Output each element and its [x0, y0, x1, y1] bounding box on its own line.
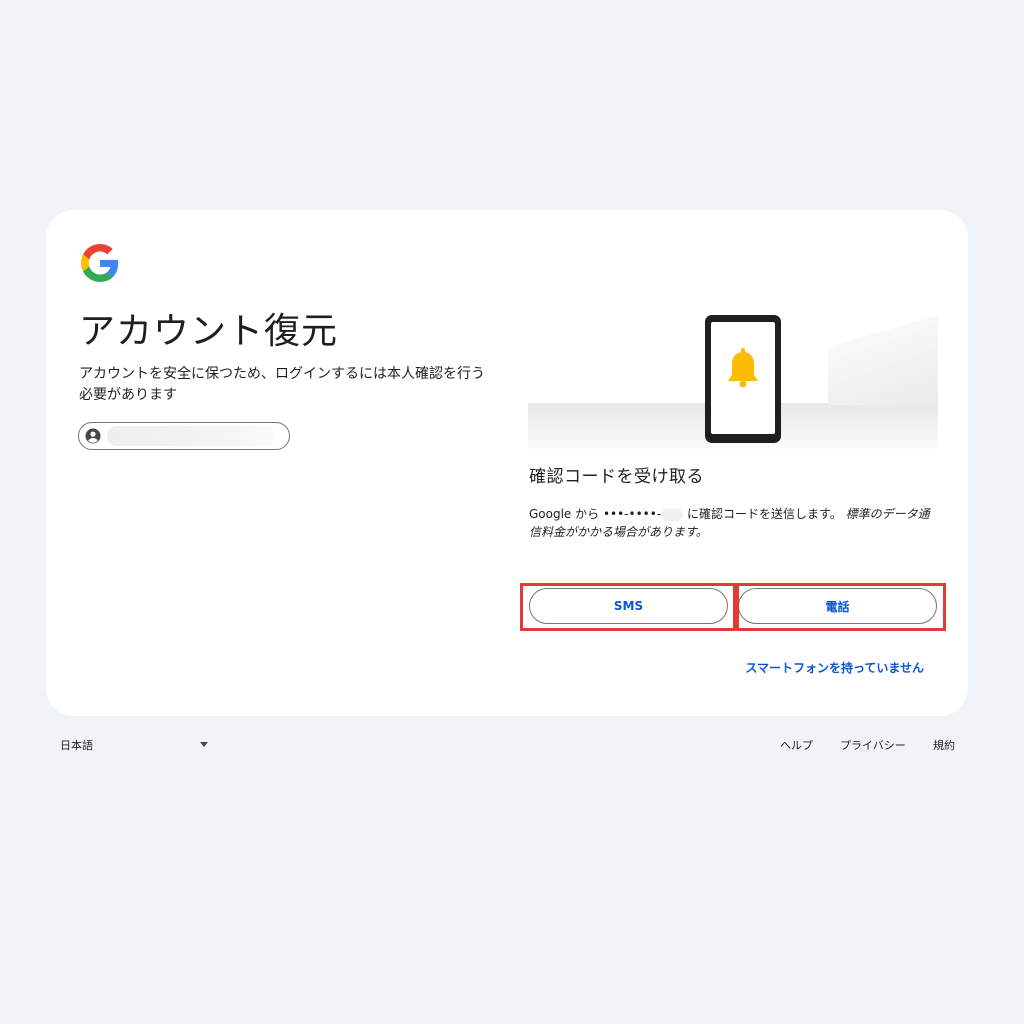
terms-link[interactable]: 規約 — [933, 737, 955, 753]
no-phone-link[interactable]: スマートフォンを持っていません — [738, 659, 924, 676]
account-circle-icon — [85, 428, 101, 444]
desc-prefix: Google から •••-••••- — [529, 507, 662, 521]
help-link[interactable]: ヘルプ — [780, 737, 813, 753]
page-subtitle: アカウントを安全に保つため、ログインするには本人確認を行う必要があります — [79, 366, 485, 403]
account-email-redacted — [107, 426, 275, 446]
verification-description: Google から •••-••••- に確認コードを送信します。 標準のデータ… — [529, 505, 939, 541]
google-logo-icon — [81, 244, 119, 282]
desc-suffix: に確認コードを送信します。 — [683, 507, 842, 521]
privacy-link[interactable]: プライバシー — [840, 737, 906, 753]
phone-illustration — [528, 315, 938, 455]
language-label: 日本語 — [60, 739, 93, 752]
account-chip[interactable] — [78, 422, 290, 450]
section-title: 確認コードを受け取る — [529, 467, 704, 487]
illustration-wall — [828, 315, 938, 405]
caret-down-icon — [200, 742, 208, 747]
recovery-card: アカウント復元 アカウントを安全に保つため、ログインするには本人確認を行う必要が… — [46, 210, 968, 716]
masked-digits — [661, 508, 684, 521]
page-title: アカウント復元 — [79, 311, 339, 352]
language-selector[interactable]: 日本語 — [60, 737, 212, 753]
call-highlight-box — [736, 583, 946, 631]
sms-highlight-box — [520, 583, 736, 631]
phone-bell-icon — [705, 315, 781, 443]
